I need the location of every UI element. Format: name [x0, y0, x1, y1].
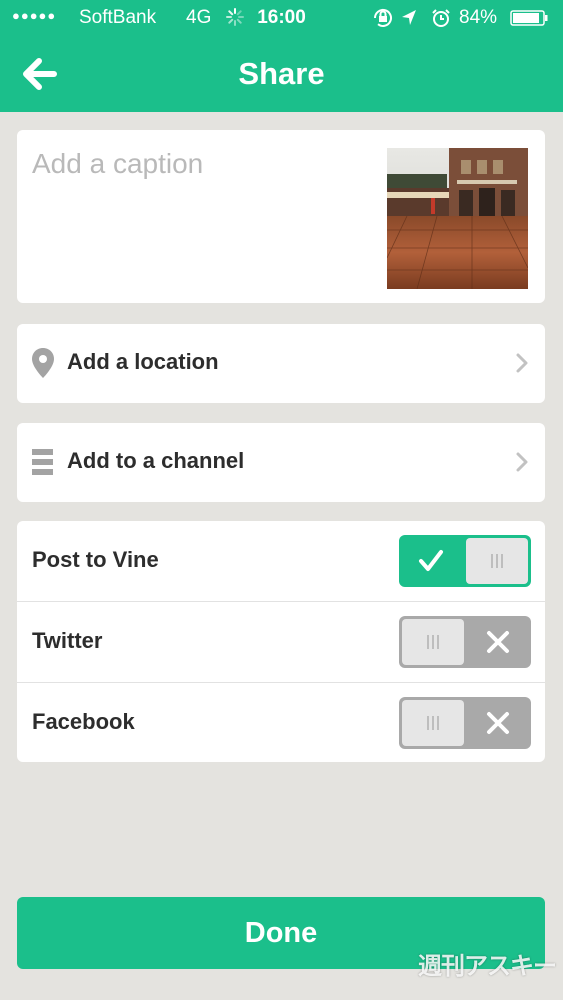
share-label-vine: Post to Vine	[32, 547, 159, 572]
toggle-knob[interactable]	[402, 619, 464, 665]
add-channel-label: Add to a channel	[67, 448, 245, 473]
rotation-lock-icon	[373, 9, 392, 27]
share-row-twitter: Twitter	[17, 601, 545, 682]
add-location-label: Add a location	[67, 349, 219, 374]
share-label-facebook: Facebook	[32, 709, 135, 734]
chevron-right-icon	[516, 353, 528, 373]
top-bar: ●●●●● SoftBank 4G 16:00 84% Share	[0, 0, 563, 112]
page-title: Share	[238, 56, 325, 91]
grip-icon	[427, 635, 439, 649]
caption-input[interactable]	[32, 144, 372, 184]
facebook-toggle[interactable]	[399, 697, 531, 749]
add-location-row[interactable]: Add a location	[17, 324, 545, 403]
share-row-facebook: Facebook	[17, 682, 545, 763]
share-label-twitter: Twitter	[32, 628, 103, 653]
add-channel-row[interactable]: Add to a channel	[17, 423, 545, 502]
toggle-knob[interactable]	[466, 538, 528, 584]
alarm-icon	[432, 9, 450, 27]
caption-card	[17, 130, 545, 303]
location-arrow-icon	[402, 10, 416, 25]
close-icon	[487, 631, 509, 653]
grip-icon	[427, 716, 439, 730]
status-bar: ●●●●● SoftBank 4G 16:00 84%	[0, 0, 563, 36]
map-pin-icon	[32, 348, 54, 378]
close-icon	[487, 712, 509, 734]
chevron-right-icon	[516, 452, 528, 472]
watermark: 週刊アスキー	[418, 952, 557, 980]
video-thumbnail[interactable]	[387, 148, 528, 289]
status-icons	[373, 9, 450, 27]
twitter-toggle[interactable]	[399, 616, 531, 668]
vine-toggle[interactable]	[399, 535, 531, 587]
channel-list-icon	[32, 449, 53, 475]
thumbnail-image	[387, 148, 528, 289]
toggle-knob[interactable]	[402, 700, 464, 746]
battery-icon	[510, 10, 548, 26]
battery-percent: 84%	[459, 7, 498, 28]
grip-icon	[491, 554, 503, 568]
checkmark-icon	[419, 550, 443, 571]
share-targets-card: Post to Vine Twitter Facebook	[17, 521, 545, 762]
share-row-vine: Post to Vine	[17, 521, 545, 601]
